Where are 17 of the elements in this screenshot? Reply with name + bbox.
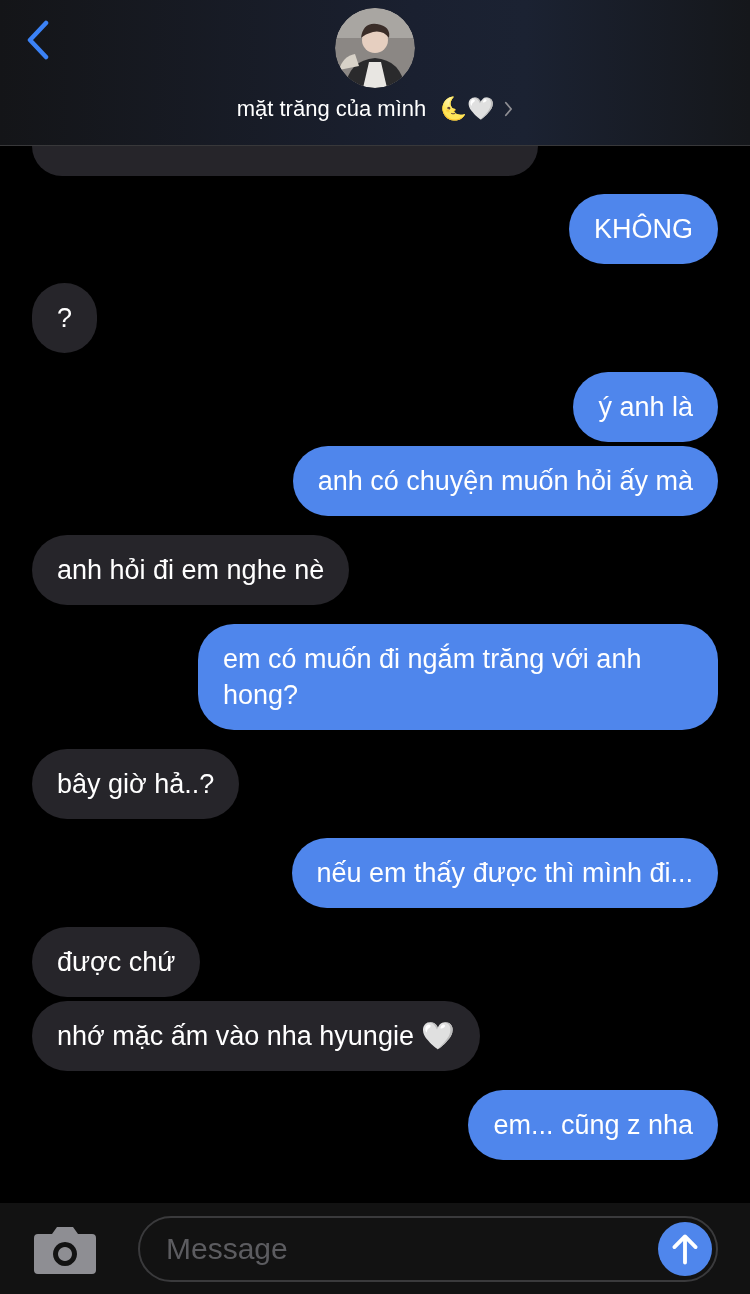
message-bubble: bây giờ hả..? <box>32 749 240 819</box>
chevron-icon[interactable] <box>504 101 514 117</box>
contact-name[interactable]: mặt trăng của mình <box>236 96 427 122</box>
message-field[interactable]: Message <box>138 1215 718 1282</box>
send-button[interactable] <box>658 1221 712 1276</box>
message-bubble: nhớ mặc ấm vào nha hyungie 🤍 <box>32 1001 481 1071</box>
message-bubble: KHÔNG <box>569 194 718 264</box>
message-bubble: nếu em thấy được thì mình đi... <box>291 838 718 908</box>
message-bubble: anh có chuyện muốn hỏi ấy mà <box>292 446 718 516</box>
message-bubble: anh hỏi đi em nghe nè <box>32 535 350 605</box>
message-bubble: ? <box>32 283 98 353</box>
message-bubble: em... cũng z nha <box>468 1090 718 1160</box>
contact-emoji: 🌜🤍 <box>440 96 495 122</box>
back-icon[interactable] <box>26 20 50 60</box>
message-bubble: em có muốn đi ngắm trăng với anh hong? <box>198 624 718 730</box>
message-bubble: được chứ <box>32 927 201 997</box>
message-bubble: ý anh là <box>573 372 718 442</box>
